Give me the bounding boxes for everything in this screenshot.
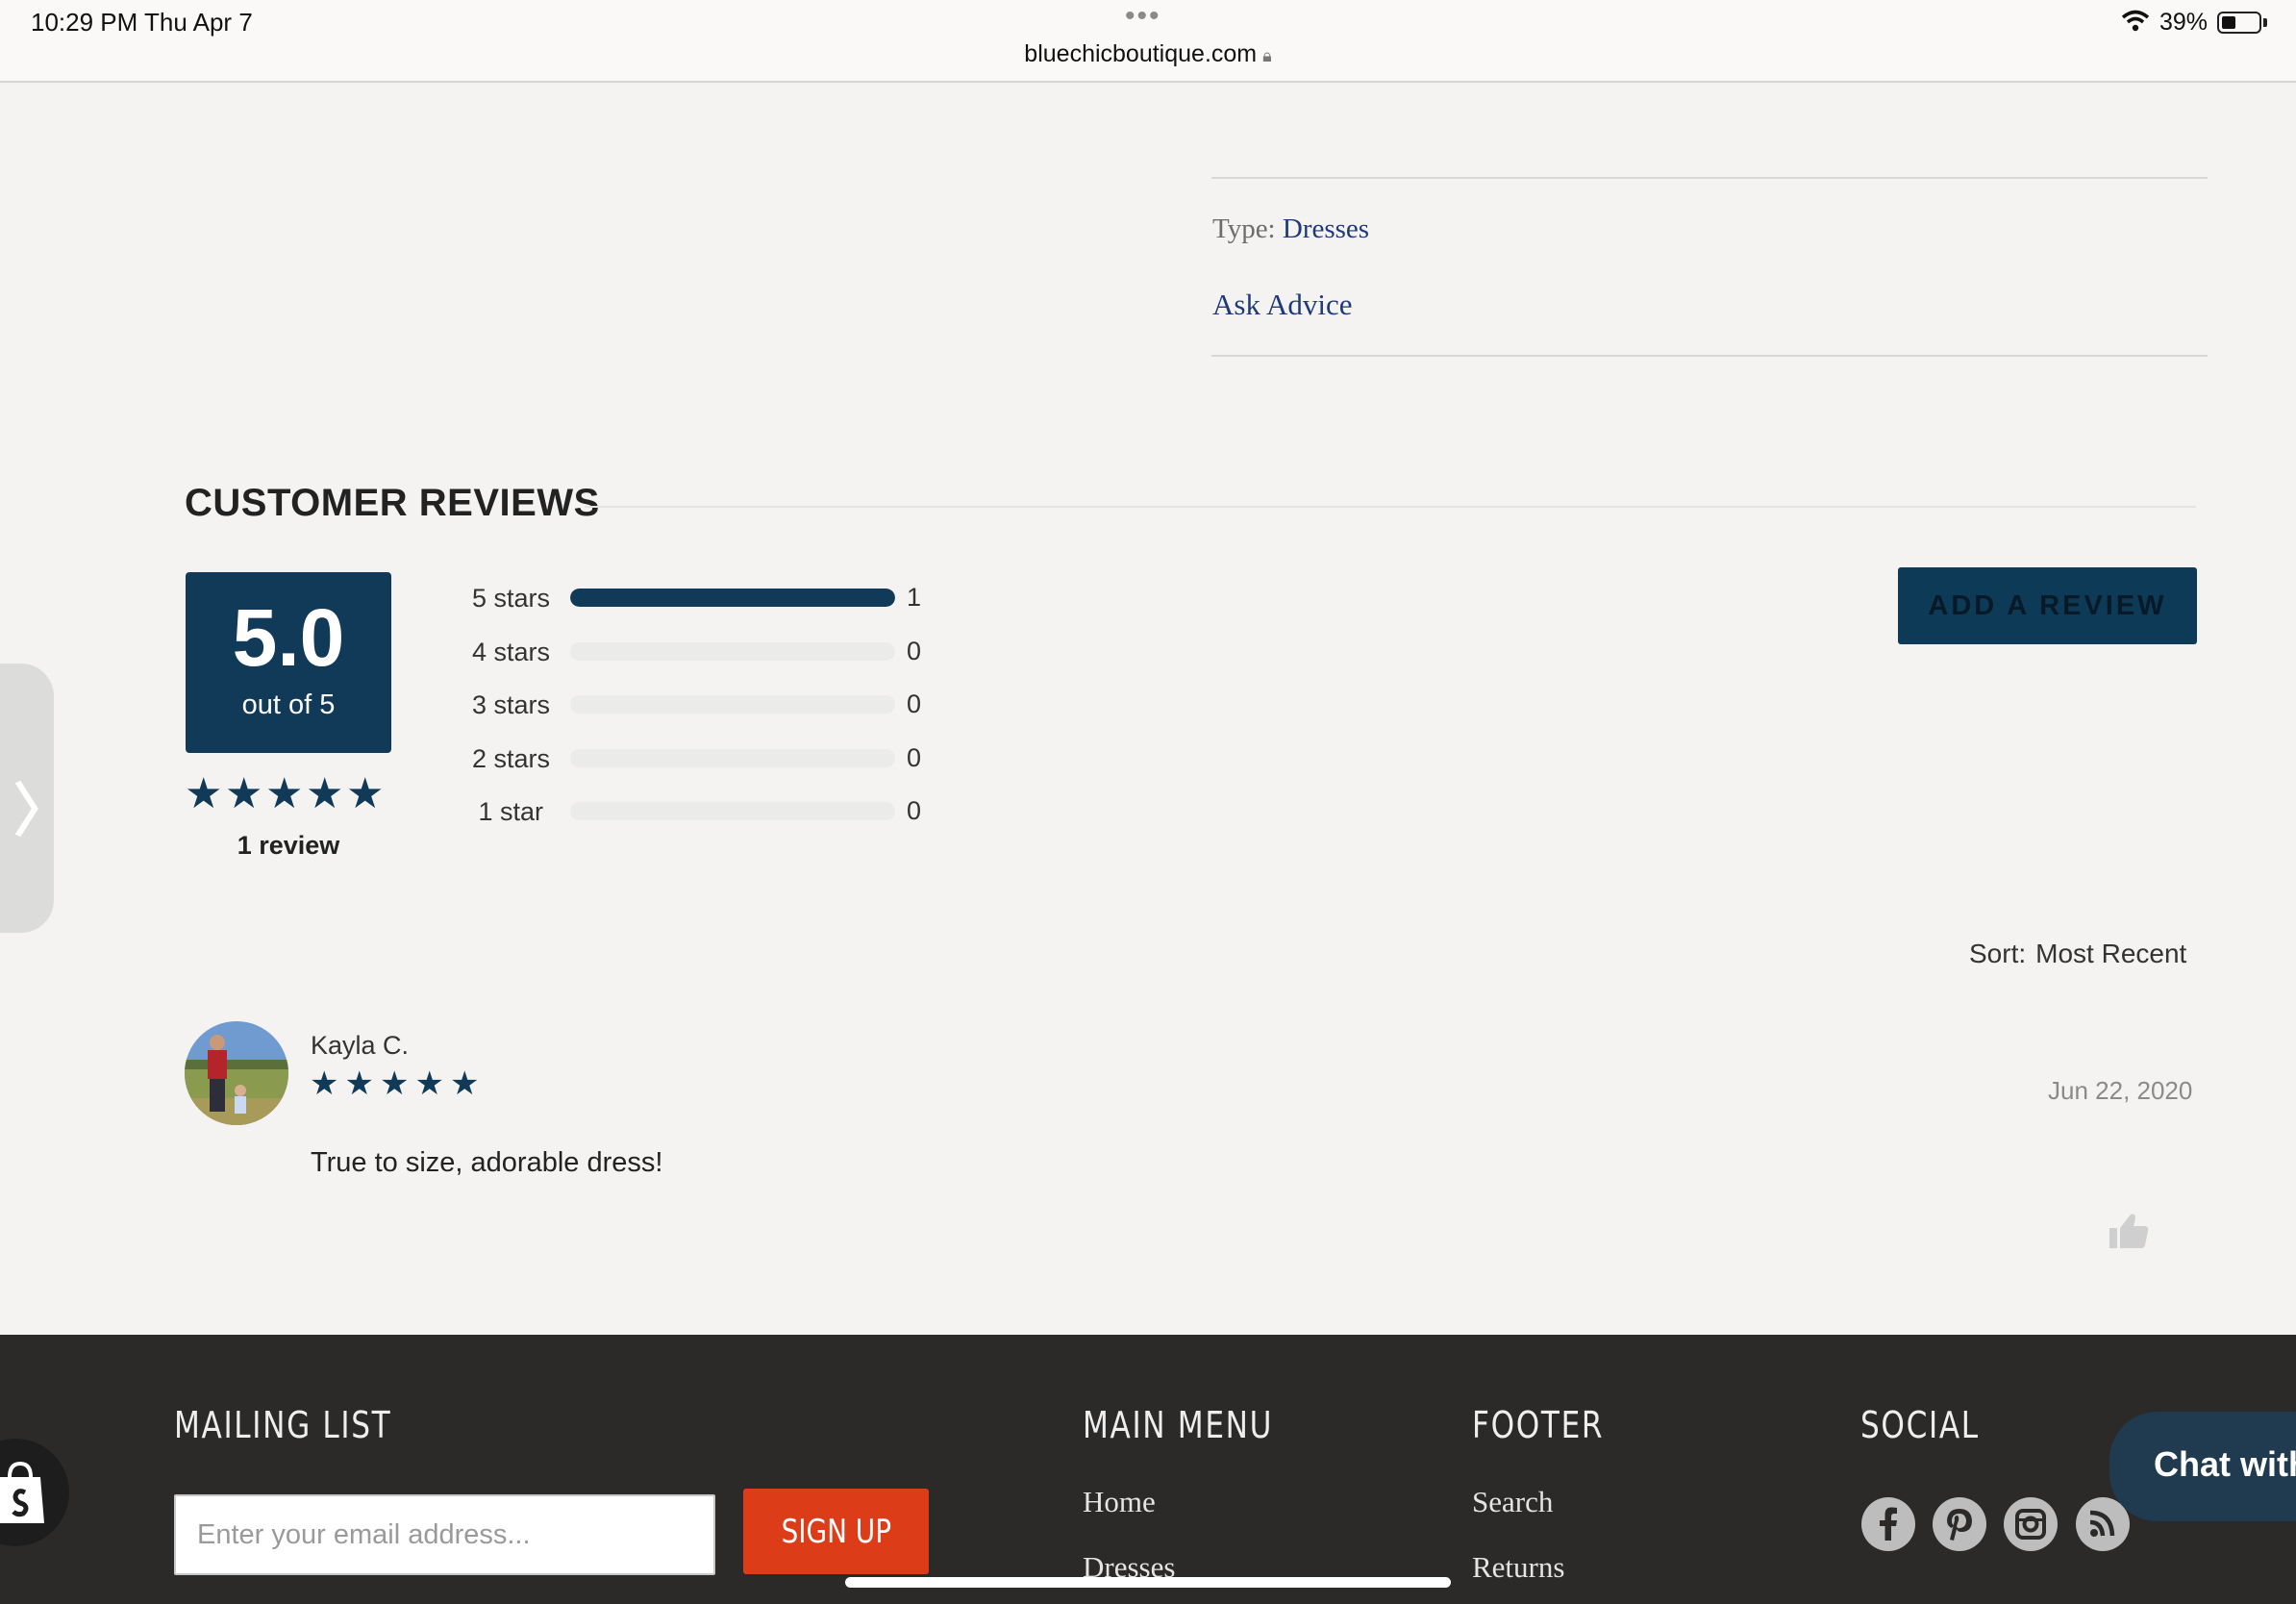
sort-value: Most Recent: [2035, 939, 2187, 968]
footer-link-search[interactable]: Search: [1472, 1485, 1553, 1519]
histogram-label: 4 stars: [471, 637, 550, 666]
histogram-bar[interactable]: [570, 641, 895, 661]
histogram-count: 1: [907, 583, 922, 612]
product-type: Type: Dresses: [1212, 213, 1369, 245]
chat-label: Chat with: [2154, 1444, 2296, 1484]
address-bar[interactable]: bluechicboutique.com 🔒︎: [0, 40, 2296, 68]
divider: [585, 506, 2196, 508]
social-heading: SOCIAL: [1860, 1404, 1980, 1446]
chat-button[interactable]: Chat with: [2109, 1412, 2296, 1521]
multitasking-dots[interactable]: •••: [1125, 0, 1161, 33]
chevron-right-icon: 〉: [13, 779, 71, 843]
battery-percentage: 39%: [2159, 9, 2209, 36]
star-icon: ★: [346, 770, 385, 817]
star-icon: ★: [310, 1065, 339, 1102]
shopify-badge[interactable]: [0, 1439, 69, 1546]
shopping-bag-icon: [0, 1461, 44, 1523]
review-stars: ★ ★ ★ ★ ★: [310, 1067, 486, 1100]
add-review-button[interactable]: ADD A REVIEW: [1898, 567, 2197, 644]
facebook-icon[interactable]: [1861, 1497, 1915, 1551]
footer-link-home[interactable]: Home: [1083, 1485, 1156, 1519]
star-icon: ★: [414, 1065, 444, 1102]
url-text: bluechicboutique.com: [1024, 40, 1258, 67]
star-icon: ★: [225, 770, 263, 817]
battery-level: [2222, 16, 2236, 29]
histogram-label: 1 star: [478, 797, 543, 826]
mailing-list-heading: MAILING LIST: [174, 1404, 392, 1446]
histogram-bar[interactable]: [570, 589, 895, 607]
battery-tip: [2263, 18, 2267, 27]
star-icon: ★: [450, 1065, 480, 1102]
main-menu-heading: MAIN MENU: [1083, 1404, 1274, 1446]
histogram-label: 3 stars: [471, 690, 550, 719]
histogram-count: 0: [907, 636, 922, 665]
review-body: True to size, adorable dress!: [311, 1147, 663, 1178]
average-score: 5.0: [232, 592, 345, 683]
histogram-label: 5 stars: [471, 584, 550, 613]
histogram-count: 0: [907, 742, 922, 772]
signup-button[interactable]: SIGN UP: [743, 1489, 929, 1574]
histogram-count: 0: [907, 796, 922, 825]
divider: [1211, 177, 2208, 179]
divider: [1211, 355, 2208, 357]
footer-link-returns[interactable]: Returns: [1472, 1550, 1564, 1585]
average-score-sub: out of 5: [241, 689, 336, 720]
footer-heading: FOOTER: [1472, 1404, 1605, 1446]
sort-label: Sort:: [1969, 939, 2027, 968]
lock-icon: 🔒︎: [1262, 46, 1272, 65]
star-icon: ★: [306, 770, 344, 817]
thumbs-up-icon[interactable]: [2108, 1212, 2150, 1250]
sort-dropdown[interactable]: Sort: Most Recent: [1969, 939, 2186, 969]
instagram-icon[interactable]: [2004, 1497, 2058, 1551]
histogram-bar[interactable]: [570, 802, 895, 820]
star-icon: ★: [265, 770, 304, 817]
average-rating-box: 5.0 out of 5: [186, 572, 391, 753]
histogram-label: 2 stars: [471, 743, 550, 773]
status-time: 10:29 PM Thu Apr 7: [31, 8, 253, 37]
histogram-bar[interactable]: [570, 748, 895, 767]
reviewer-name: Kayla C.: [311, 1031, 410, 1060]
avatar: [185, 1021, 288, 1125]
star-icon: ★: [380, 1065, 410, 1102]
home-indicator[interactable]: [845, 1577, 1451, 1588]
summary-stars: ★ ★ ★ ★ ★: [185, 773, 387, 815]
type-label: Type:: [1212, 213, 1276, 244]
histogram-bar-fill: [570, 589, 895, 607]
type-link[interactable]: Dresses: [1283, 213, 1369, 244]
email-field[interactable]: [174, 1494, 715, 1575]
battery-icon: [2217, 12, 2261, 34]
histogram-bar[interactable]: [570, 695, 895, 714]
signup-label: SIGN UP: [781, 1512, 891, 1551]
wifi-icon: [2121, 10, 2150, 32]
star-icon: ★: [344, 1065, 374, 1102]
star-icon: ★: [185, 770, 223, 817]
review-count: 1 review: [237, 831, 340, 860]
ask-advice-link[interactable]: Ask Advice: [1212, 288, 1353, 322]
pinterest-icon[interactable]: [1933, 1497, 1986, 1551]
review-date: Jun 22, 2020: [2048, 1076, 2193, 1105]
reviews-title: CUSTOMER REVIEWS: [185, 482, 600, 524]
histogram-count: 0: [907, 689, 922, 718]
